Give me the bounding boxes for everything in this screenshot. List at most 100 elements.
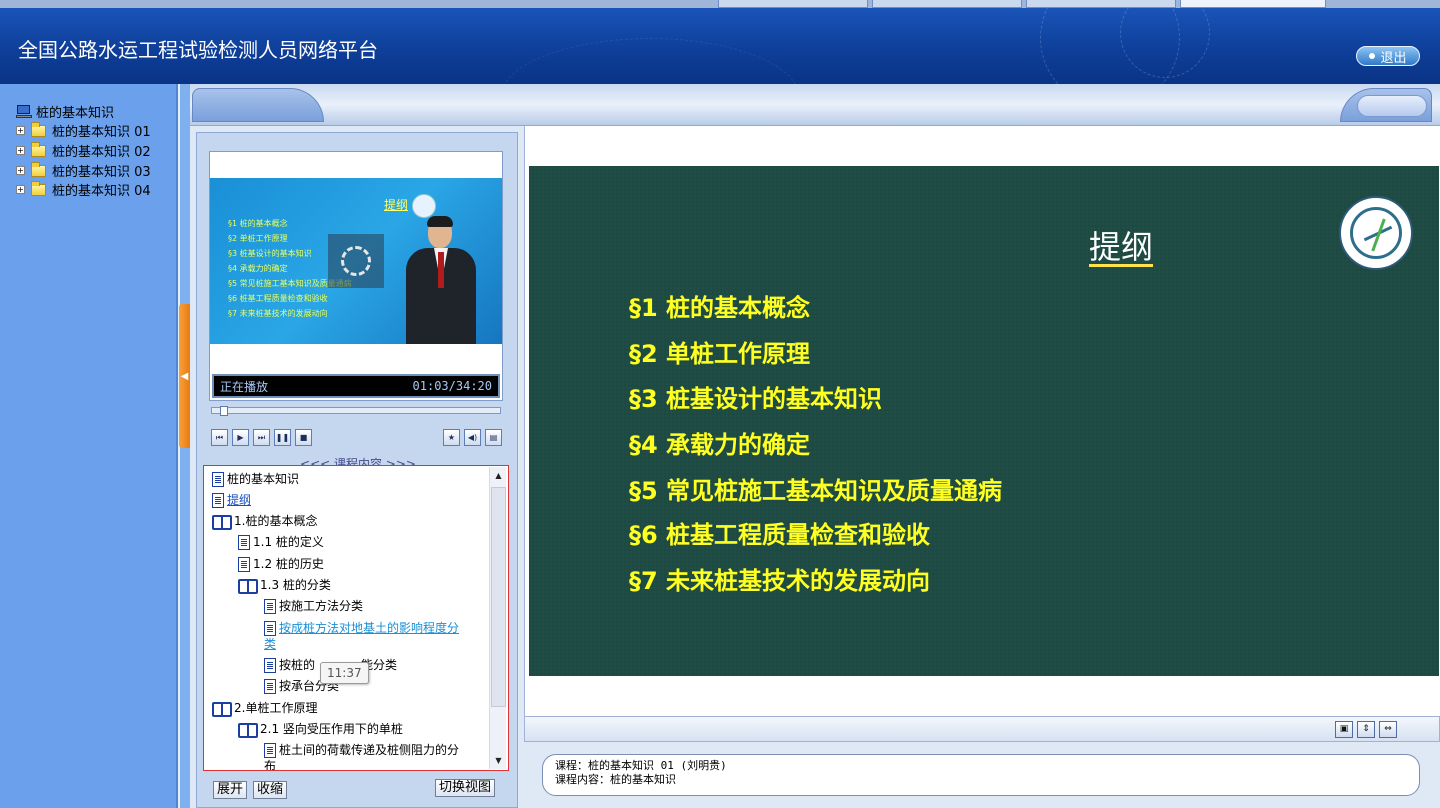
list-item[interactable]: 桩土间的荷载传递及桩侧阻力的分	[264, 743, 459, 758]
tree-root[interactable]: 桩的基本知识	[16, 102, 114, 121]
slide-outline-item: §3 桩基设计的基本知识	[629, 385, 883, 413]
topbar-cap-right	[1340, 88, 1432, 122]
expand-icon[interactable]: +	[16, 126, 25, 135]
site-title: 全国公路水运工程试验检测人员网络平台	[18, 38, 378, 62]
list-item-label: 1.3 桩的分类	[260, 578, 331, 592]
stop-icon[interactable]: ■	[295, 429, 312, 446]
tree-item-label: 桩的基本知识 04	[52, 184, 151, 199]
topbar-cap-left	[192, 88, 324, 122]
document-icon	[238, 535, 250, 550]
window-icon[interactable]: ▤	[485, 429, 502, 446]
document-icon	[264, 621, 276, 636]
slide-area: 提纲 §1 桩的基本概念 §2 单桩工作原理 §3 桩基设计的基本知识 §4 承…	[524, 126, 1440, 716]
document-icon	[238, 557, 250, 572]
course-content-line: 课程内容：桩的基本知识	[555, 773, 676, 786]
tree-item-label: 桩的基本知识 03	[52, 165, 151, 180]
browser-tab[interactable]	[872, 0, 1022, 8]
video-list-item: §1 桩的基本概念	[228, 219, 288, 228]
list-item[interactable]: 按成桩方法对地基土的影响程度分	[264, 621, 459, 636]
player-column: 提纲 §1 桩的基本概念 §2 单桩工作原理 §3 桩基设计的基本知识 §4 承…	[196, 132, 518, 808]
list-item[interactable]: 按施工方法分类	[264, 599, 363, 614]
arrow-left-icon: ◀	[180, 370, 189, 382]
list-item-label: 按桩的	[279, 658, 316, 672]
list-item-link[interactable]: 类	[264, 637, 276, 652]
book-icon	[212, 514, 232, 530]
scroll-thumb[interactable]	[491, 487, 506, 707]
pqamt-logo-icon	[1339, 196, 1413, 270]
video-slide-title: 提纲	[384, 198, 409, 212]
list-item[interactable]: 1.1 桩的定义	[238, 535, 324, 550]
switch-view-button[interactable]: 切换视图	[435, 779, 496, 797]
document-icon	[264, 743, 276, 758]
pause-icon[interactable]: ❚❚	[274, 429, 291, 446]
site-header: 全国公路水运工程试验检测人员网络平台 退出	[0, 8, 1440, 84]
scroll-down-icon[interactable]: ▼	[490, 752, 507, 769]
resize-horizontal-icon[interactable]: ⇔	[1379, 721, 1397, 738]
list-item-label: 桩土间的荷载传递及桩侧阻力的分	[279, 743, 460, 757]
list-item[interactable]: 提纲	[212, 493, 251, 508]
browser-tab-strip	[0, 0, 1440, 8]
time-tooltip: 11:37	[320, 662, 369, 684]
browser-tab[interactable]	[1026, 0, 1176, 8]
list-item-continuation[interactable]: 布	[264, 759, 277, 771]
list-item-link[interactable]: 按成桩方法对地基土的影响程度分	[279, 621, 459, 636]
topbar-pill[interactable]	[1357, 95, 1427, 117]
vertical-scrollbar[interactable]: ▲ ▼	[489, 467, 506, 769]
slide-outline-item: §2 单桩工作原理	[629, 340, 811, 368]
scroll-up-icon[interactable]: ▲	[490, 467, 507, 484]
resize-vertical-icon[interactable]: ⇕	[1357, 721, 1375, 738]
fullscreen-icon[interactable]: ▣	[1335, 721, 1353, 738]
folder-icon	[31, 141, 46, 157]
video-list-item: §7 未来桩基技术的发展动向	[228, 309, 328, 318]
expand-icon[interactable]: +	[16, 166, 25, 175]
list-item-link[interactable]: 提纲	[227, 493, 251, 508]
expand-button[interactable]: 展开	[213, 781, 248, 799]
star-icon[interactable]: ★	[443, 429, 460, 446]
book-icon	[238, 578, 258, 594]
list-item-label: 1.2 桩的历史	[253, 557, 324, 571]
lecturer-figure	[406, 216, 476, 344]
list-item[interactable]: 1.桩的基本概念	[212, 514, 317, 530]
list-item[interactable]: 1.2 桩的历史	[238, 557, 324, 572]
tree-item-label: 桩的基本知识 01	[52, 125, 151, 140]
book-icon	[238, 722, 258, 738]
list-item[interactable]: 2.1 竖向受压作用下的单桩	[238, 722, 403, 738]
browser-tab[interactable]	[718, 0, 868, 8]
playback-time: 01:03/34:20	[412, 379, 492, 393]
slide: 提纲 §1 桩的基本概念 §2 单桩工作原理 §3 桩基设计的基本知识 §4 承…	[529, 166, 1439, 676]
tree-item-04[interactable]: + 桩的基本知识 04	[16, 180, 151, 199]
expand-icon[interactable]: +	[16, 146, 25, 155]
prev-icon[interactable]: ⏮	[211, 429, 228, 446]
main-topbar	[190, 84, 1440, 126]
loading-spinner-icon	[328, 234, 384, 288]
logout-button[interactable]: 退出	[1356, 46, 1420, 66]
list-item-label: 布	[264, 759, 277, 771]
document-icon	[212, 472, 224, 487]
folder-icon	[31, 121, 46, 137]
slide-outline-item: §7 未来桩基技术的发展动向	[629, 567, 931, 595]
list-item-continuation[interactable]: 类	[264, 637, 276, 652]
tree-item-03[interactable]: + 桩的基本知识 03	[16, 161, 151, 180]
expand-icon[interactable]: +	[16, 185, 25, 194]
video-list-item: §6 桩基工程质量检查和验收	[228, 294, 328, 303]
list-item[interactable]: 1.3 桩的分类	[238, 578, 331, 594]
course-info-line: 课程：桩的基本知识 01 (刘明贵)	[555, 759, 727, 772]
browser-tab-active[interactable]	[1180, 0, 1326, 8]
volume-icon[interactable]: ◀)	[464, 429, 481, 446]
document-icon	[264, 599, 276, 614]
video-frame: 提纲 §1 桩的基本概念 §2 单桩工作原理 §3 桩基设计的基本知识 §4 承…	[209, 151, 503, 401]
collapse-button[interactable]: 收缩	[253, 781, 288, 799]
video-player[interactable]: 提纲 §1 桩的基本概念 §2 单桩工作原理 §3 桩基设计的基本知识 §4 承…	[210, 178, 502, 344]
seek-bar[interactable]	[211, 406, 501, 416]
logout-label: 退出	[1380, 50, 1407, 66]
tree-item-label: 桩的基本知识 02	[52, 145, 151, 160]
collapse-sidebar-button[interactable]: ◀	[179, 304, 190, 448]
list-item[interactable]: 2.单桩工作原理	[212, 701, 317, 717]
tree-item-01[interactable]: + 桩的基本知识 01	[16, 121, 151, 140]
slide-title: 提纲	[1089, 228, 1154, 266]
next-icon[interactable]: ⏭	[253, 429, 270, 446]
seek-knob[interactable]	[220, 406, 228, 416]
list-item[interactable]: 桩的基本知识	[212, 472, 299, 487]
play-icon[interactable]: ▶	[232, 429, 249, 446]
tree-item-02[interactable]: + 桩的基本知识 02	[16, 141, 151, 160]
